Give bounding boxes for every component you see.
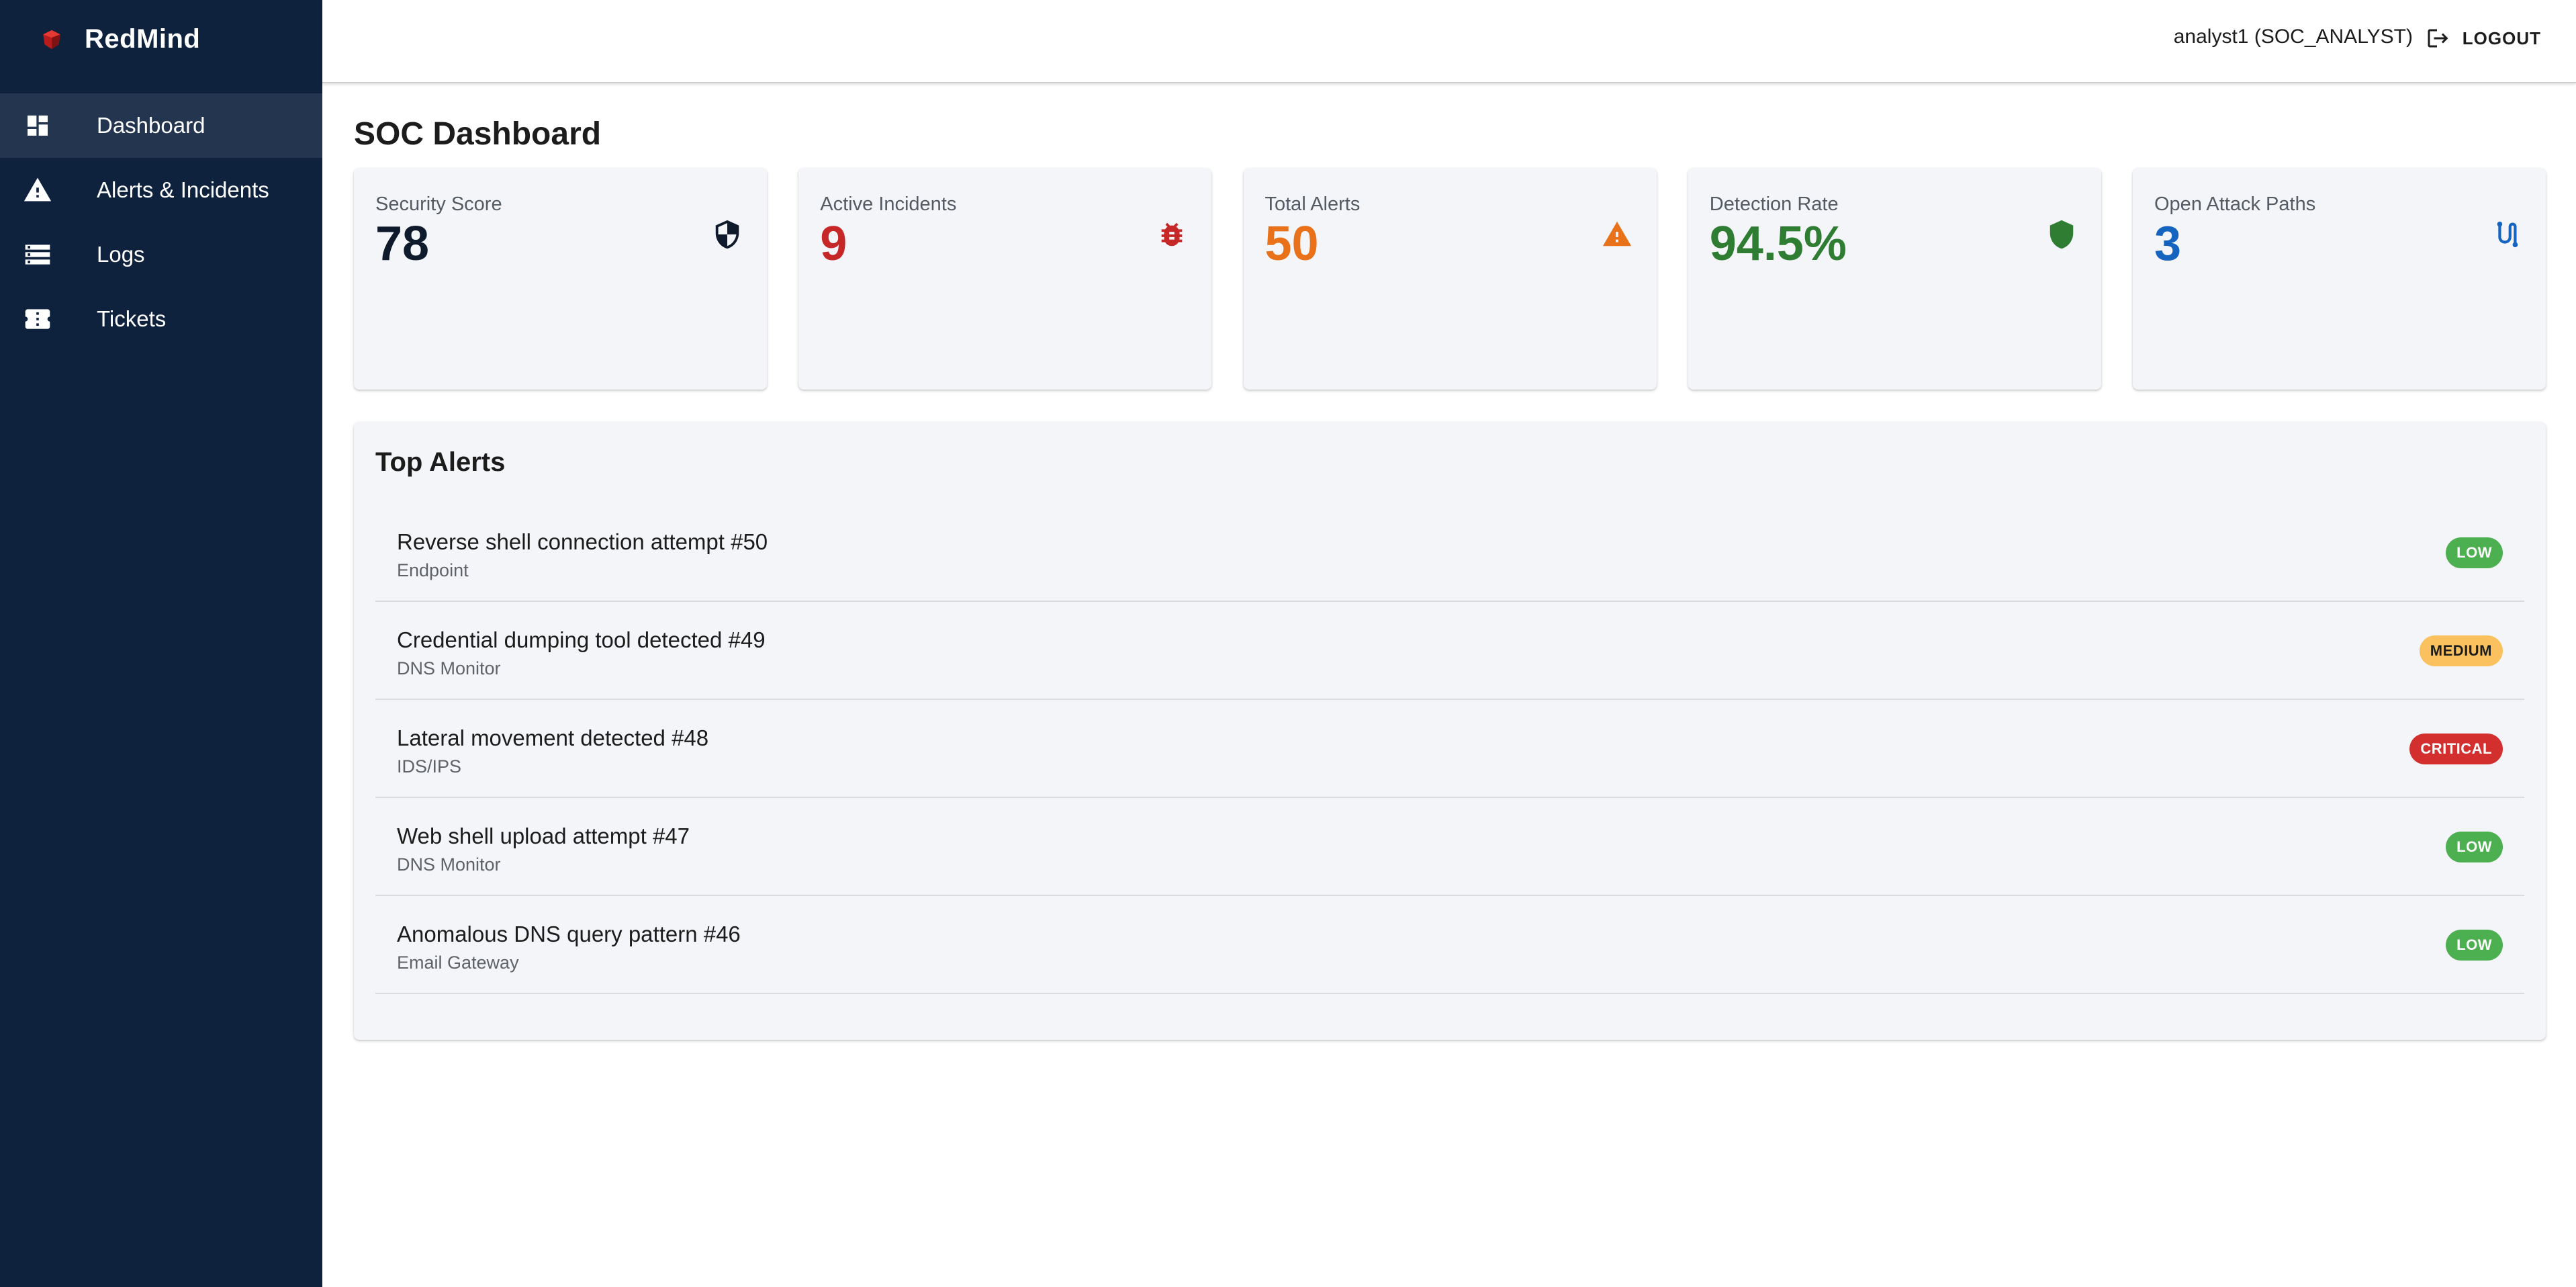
alert-title: Reverse shell connection attempt #50 bbox=[397, 529, 768, 554]
severity-badge: MEDIUM bbox=[2419, 635, 2503, 666]
severity-badge: LOW bbox=[2446, 537, 2503, 568]
sidebar-item-logs[interactable]: Logs bbox=[0, 222, 322, 287]
stat-card-active-incidents: Active Incidents 9 bbox=[798, 168, 1212, 390]
stat-label: Total Alerts bbox=[1264, 193, 1361, 215]
brand-name: RedMind bbox=[85, 24, 201, 54]
sidebar-item-label: Dashboard bbox=[97, 113, 205, 138]
stat-cards: Security Score 78 Active Incidents 9 Tot… bbox=[354, 168, 2546, 390]
sidebar-item-label: Logs bbox=[97, 242, 145, 267]
logout-icon bbox=[2428, 29, 2448, 48]
warning-icon bbox=[1602, 221, 1631, 247]
shield-half-icon bbox=[715, 220, 739, 249]
alert-title: Credential dumping tool detected #49 bbox=[397, 627, 766, 652]
top-alerts-panel: Top Alerts Reverse shell connection atte… bbox=[354, 422, 2546, 1040]
sidebar-item-alerts-incidents[interactable]: Alerts & Incidents bbox=[0, 158, 322, 222]
alert-title: Lateral movement detected #48 bbox=[397, 725, 709, 750]
stat-value: 78 bbox=[375, 217, 430, 271]
sidebar: RedMind Dashboard Alerts & Incidents Log… bbox=[0, 0, 322, 1287]
alert-row[interactable]: Credential dumping tool detected #49 DNS… bbox=[375, 602, 2524, 700]
alert-source: Endpoint bbox=[397, 560, 469, 580]
alert-source: DNS Monitor bbox=[397, 658, 501, 678]
brand[interactable]: RedMind bbox=[0, 0, 322, 79]
route-icon bbox=[2497, 221, 2518, 248]
alert-title: Anomalous DNS query pattern #46 bbox=[397, 922, 741, 946]
stat-label: Active Incidents bbox=[820, 193, 957, 215]
sidebar-item-label: Tickets bbox=[97, 306, 167, 331]
alert-title: Web shell upload attempt #47 bbox=[397, 824, 690, 848]
alert-list: Reverse shell connection attempt #50 End… bbox=[375, 504, 2524, 994]
alert-row[interactable]: Web shell upload attempt #47 DNS Monitor… bbox=[375, 798, 2524, 896]
stat-value: 9 bbox=[820, 217, 847, 271]
alert-row[interactable]: Anomalous DNS query pattern #46 Email Ga… bbox=[375, 896, 2524, 994]
stat-value: 50 bbox=[1264, 217, 1319, 271]
stat-card-open-attack-paths: Open Attack Paths 3 bbox=[2133, 168, 2546, 390]
shield-icon bbox=[2050, 220, 2073, 249]
alert-row[interactable]: Lateral movement detected #48 IDS/IPS CR… bbox=[375, 700, 2524, 798]
stat-card-security-score: Security Score 78 bbox=[354, 168, 767, 390]
logout-button[interactable]: LOGOUT bbox=[2425, 21, 2541, 55]
current-user: analyst1 (SOC_ANALYST) bbox=[2173, 26, 2413, 48]
sidebar-item-dashboard[interactable]: Dashboard bbox=[0, 93, 322, 158]
alert-source: DNS Monitor bbox=[397, 854, 501, 875]
logout-label: LOGOUT bbox=[2462, 28, 2541, 48]
bug-icon bbox=[1161, 222, 1183, 247]
stat-label: Detection Rate bbox=[1709, 193, 1839, 215]
alert-source: Email Gateway bbox=[397, 952, 519, 973]
severity-badge: CRITICAL bbox=[2409, 734, 2503, 764]
sidebar-nav: Dashboard Alerts & Incidents Logs Ticket… bbox=[0, 93, 322, 351]
severity-badge: LOW bbox=[2446, 832, 2503, 862]
list-icon bbox=[21, 238, 54, 271]
ticket-icon bbox=[21, 303, 54, 335]
stat-label: Security Score bbox=[375, 193, 502, 215]
stat-card-total-alerts: Total Alerts 50 bbox=[1243, 168, 1657, 390]
page-title: SOC Dashboard bbox=[354, 116, 602, 152]
top-bar: analyst1 (SOC_ANALYST) LOGOUT bbox=[322, 0, 2576, 83]
stat-card-detection-rate: Detection Rate 94.5% bbox=[1688, 168, 2101, 390]
sidebar-item-label: Alerts & Incidents bbox=[97, 177, 269, 202]
stat-label: Open Attack Paths bbox=[2154, 193, 2316, 215]
severity-badge: LOW bbox=[2446, 930, 2503, 961]
panel-title: Top Alerts bbox=[375, 447, 506, 477]
stat-value: 94.5% bbox=[1709, 217, 1847, 271]
alert-row[interactable]: Reverse shell connection attempt #50 End… bbox=[375, 504, 2524, 602]
dashboard-icon bbox=[21, 109, 54, 142]
stat-value: 3 bbox=[2154, 217, 2182, 271]
alert-source: IDS/IPS bbox=[397, 756, 462, 776]
sidebar-item-tickets[interactable]: Tickets bbox=[0, 287, 322, 351]
brand-logo-icon bbox=[43, 30, 60, 49]
warning-icon bbox=[21, 174, 54, 206]
